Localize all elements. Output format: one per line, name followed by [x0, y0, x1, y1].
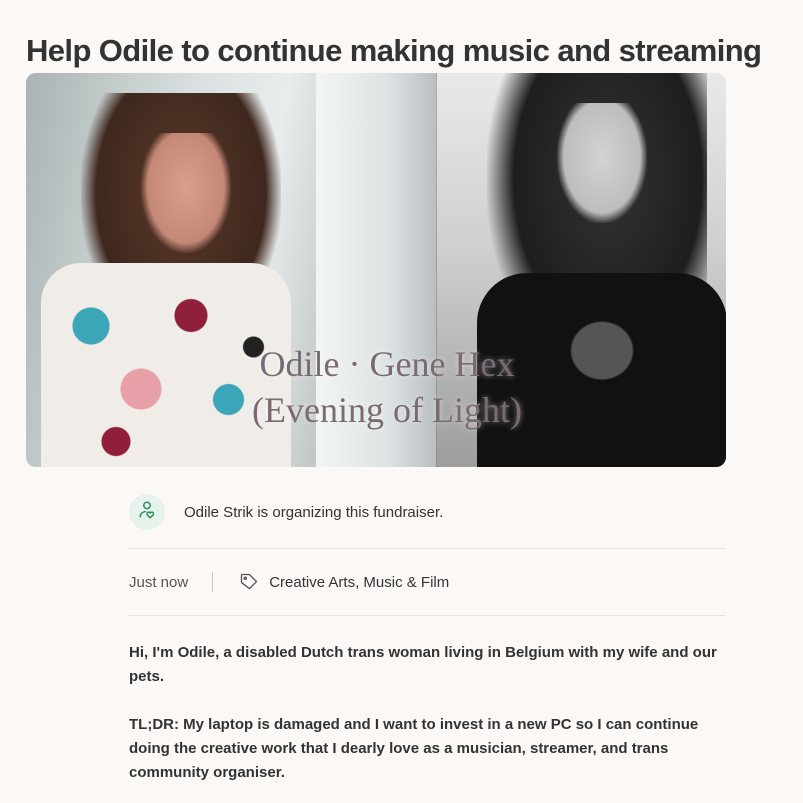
- fundraiser-page: Help Odile to continue making music and …: [0, 0, 803, 803]
- organizer-row: Odile Strik is organizing this fundraise…: [129, 494, 443, 530]
- organizer-avatar: [129, 494, 165, 530]
- posted-time: Just now: [129, 573, 189, 591]
- tag-icon: [239, 572, 259, 592]
- story-text: Hi, I'm Odile, a disabled Dutch trans wo…: [129, 641, 729, 803]
- hero-caption-line2: (Evening of Light): [252, 390, 522, 430]
- divider: [129, 548, 726, 549]
- meta-row: Just now Creative Arts, Music & Film: [129, 570, 449, 594]
- story-paragraph: Hi, I'm Odile, a disabled Dutch trans wo…: [129, 644, 717, 685]
- story-paragraph: TL;DR: My laptop is damaged and I want t…: [129, 716, 699, 781]
- page-title: Help Odile to continue making music and …: [26, 32, 762, 68]
- user-heart-icon: [136, 499, 158, 526]
- category-link[interactable]: Creative Arts, Music & Film: [269, 574, 449, 591]
- hero-image[interactable]: Odile · Gene Hex (Evening of Light): [26, 73, 726, 467]
- hero-caption-line1: Odile · Gene Hex: [259, 344, 515, 384]
- meta-separator: [212, 572, 214, 592]
- organizer-text: Odile Strik is organizing this fundraise…: [184, 503, 444, 521]
- hero-caption: Odile · Gene Hex (Evening of Light): [222, 341, 552, 433]
- divider: [129, 615, 726, 616]
